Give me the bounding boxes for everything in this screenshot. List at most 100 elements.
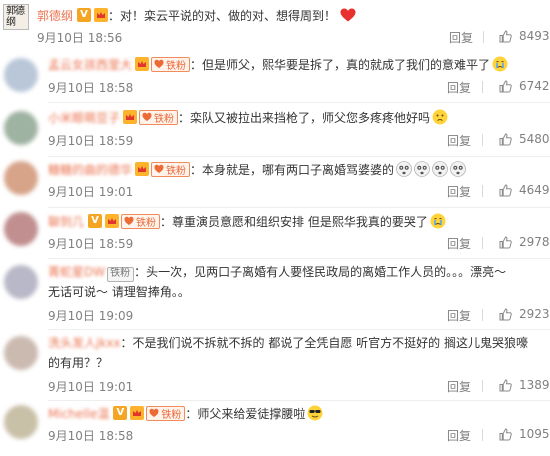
comment-line: Michelle温 V 铁粉 ：师父来给爱徒撑腰啦 <box>48 405 323 421</box>
fan-badge-label: 铁粉 <box>154 113 175 125</box>
timestamp: 9月10日 18:59 <box>48 237 134 251</box>
commenter-name[interactable]: Michelle温 <box>48 405 109 422</box>
fan-badge-label: 铁粉 <box>110 268 131 279</box>
weep-emoji-icon <box>396 161 412 177</box>
commenter-name[interactable]: 孟云女孩西里大 <box>48 56 132 73</box>
fan-badge[interactable]: 铁粉 <box>121 213 161 229</box>
reply-button[interactable]: 回复 <box>447 427 471 444</box>
timestamp: 9月10日 18:58 <box>48 429 134 443</box>
fan-badge-label: 铁粉 <box>166 60 187 72</box>
commenter-name[interactable]: 洗头发人jkxx <box>48 336 121 350</box>
comment-meta: 9月10日 19:09 回复 2923 <box>48 306 550 324</box>
verified-icon[interactable]: V <box>113 406 128 420</box>
comment-text: ：本身就是，哪有两口子离婚骂婆婆的 <box>190 162 395 177</box>
reply-button[interactable]: 回复 <box>447 307 471 324</box>
sub-comment: 小米眼萌豆子 铁粉 ：栾队又被拉出来挡枪了，师父您多疼疼他好吗 9月10日 18:59… <box>0 103 550 157</box>
fan-badge[interactable]: 铁粉 <box>107 266 135 282</box>
fan-badge-label: 铁粉 <box>136 217 157 229</box>
like-count: 5480 <box>519 132 550 146</box>
reply-button[interactable]: 回复 <box>447 378 471 395</box>
divider <box>482 429 483 441</box>
commenter-avatar[interactable] <box>4 111 38 145</box>
cool-emoji-icon <box>307 405 323 421</box>
divider <box>482 237 483 249</box>
thumb-up-icon <box>499 29 512 42</box>
commenter-name[interactable]: 糖糖的曲的德华 <box>48 161 132 178</box>
comment-text: ：栾队又被拉出来挡枪了，师父您多疼疼他好吗 <box>178 110 431 125</box>
comment-line: 菁蛇星DW 铁粉 ：头一次，见两口子离婚有人要怪民政局的离婚工作人员的。。。漂亮～无… <box>48 262 518 302</box>
cry-emoji-icon <box>492 56 508 72</box>
fan-badge-icon <box>124 216 134 225</box>
comment-meta: 9月10日 18:58 回复 1095 <box>48 426 550 444</box>
comment-line: 孟云女孩西里大 铁粉 ：但是师父，熙华要是拆了，真的就成了我们的意难平了 <box>48 56 508 72</box>
commenter-name[interactable]: 菁蛇星DW <box>48 265 105 279</box>
main-comment: 郭德纲 郭德纲 V ：对！栾云平说的对、做的对、想得周到！ 9月10日 18:5… <box>0 0 550 50</box>
commenter-name[interactable]: 聊到几 <box>48 213 84 230</box>
main-comment-line: 郭德纲 V ：对！栾云平说的对、做的对、想得周到！ <box>37 7 356 23</box>
crown-icon[interactable] <box>135 162 150 176</box>
divider <box>482 81 483 93</box>
verified-icon[interactable]: V <box>77 8 92 22</box>
like-button[interactable]: 84939 <box>499 29 550 43</box>
thumb-up-icon <box>499 79 512 92</box>
verified-icon[interactable]: V <box>88 214 103 228</box>
author-name[interactable]: 郭德纲 <box>37 7 73 24</box>
comment-text: ：尊重演员意愿和组织安排 但是熙华我真的要哭了 <box>160 214 428 229</box>
like-button[interactable]: 1389 <box>499 378 550 392</box>
reply-button[interactable]: 回复 <box>447 235 471 252</box>
commenter-avatar[interactable] <box>4 265 38 299</box>
crown-icon[interactable] <box>135 57 150 71</box>
crown-icon[interactable] <box>130 406 145 420</box>
reply-button[interactable]: 回复 <box>447 79 471 96</box>
like-button[interactable]: 2978 <box>499 235 550 249</box>
reply-button[interactable]: 回复 <box>447 132 471 149</box>
thumb-up-icon <box>499 132 512 145</box>
fan-badge-icon <box>142 112 152 121</box>
timestamp: 9月10日 19:09 <box>48 309 134 323</box>
comment-meta: 9月10日 18:56 回复 84939 <box>37 28 550 46</box>
thumb-up-icon <box>499 378 512 391</box>
fan-badge[interactable]: 铁粉 <box>151 56 191 72</box>
fan-badge[interactable]: 铁粉 <box>151 161 191 177</box>
divider <box>483 31 484 43</box>
weep-emoji-icon <box>432 161 448 177</box>
like-button[interactable]: 4649 <box>499 183 550 197</box>
fan-badge-icon <box>154 164 164 173</box>
fan-badge[interactable]: 铁粉 <box>146 405 186 421</box>
thumb-up-icon <box>499 307 512 320</box>
commenter-avatar[interactable] <box>4 336 38 370</box>
fan-badge-icon <box>149 408 159 417</box>
timestamp: 9月10日 18:56 <box>37 31 123 45</box>
heart-icon <box>340 8 356 22</box>
commenter-avatar[interactable] <box>4 405 38 439</box>
timestamp: 9月10日 18:58 <box>48 81 134 95</box>
fan-badge-label: 铁粉 <box>166 165 187 177</box>
weep-emoji-icon <box>414 161 430 177</box>
reply-button[interactable]: 回复 <box>447 183 471 200</box>
crown-icon[interactable] <box>94 8 109 22</box>
like-button[interactable]: 6742 <box>499 79 550 93</box>
comment-line: 小米眼萌豆子 铁粉 ：栾队又被拉出来挡枪了，师父您多疼疼他好吗 <box>48 109 448 125</box>
timestamp: 9月10日 19:01 <box>48 185 134 199</box>
like-button[interactable]: 2923 <box>499 307 550 321</box>
crown-icon[interactable] <box>105 214 120 228</box>
timestamp: 9月10日 18:59 <box>48 134 134 148</box>
weep-emoji-icon <box>450 161 466 177</box>
commenter-avatar[interactable] <box>4 58 38 92</box>
crown-icon[interactable] <box>123 110 138 124</box>
reply-button[interactable]: 回复 <box>449 29 473 46</box>
comment-text: ：师父来给爱徒撑腰啦 <box>185 406 306 421</box>
fan-badge[interactable]: 铁粉 <box>139 109 179 125</box>
commenter-avatar[interactable] <box>4 212 38 246</box>
comment-line: 聊到几 V 铁粉 ：尊重演员意愿和组织安排 但是熙华我真的要哭了 <box>48 213 446 229</box>
commenter-avatar[interactable] <box>4 161 38 195</box>
like-button[interactable]: 5480 <box>499 132 550 146</box>
sub-comment: 糖糖的曲的德华 铁粉 ：本身就是，哪有两口子离婚骂婆婆的 9月10日 19:01 回复 4… <box>0 157 550 208</box>
author-avatar[interactable]: 郭德纲 <box>3 4 29 30</box>
like-button[interactable]: 1095 <box>499 427 550 441</box>
like-count: 1095 <box>519 427 550 441</box>
commenter-name[interactable]: 小米眼萌豆子 <box>48 109 120 126</box>
comment-text: ：对！栾云平说的对、做的对、想得周到！ <box>108 8 337 23</box>
like-count: 6742 <box>519 79 550 93</box>
sub-comment: Michelle温 V 铁粉 ：师父来给爱徒撑腰啦 9月10日 18:58 回复 1095 <box>0 401 550 456</box>
